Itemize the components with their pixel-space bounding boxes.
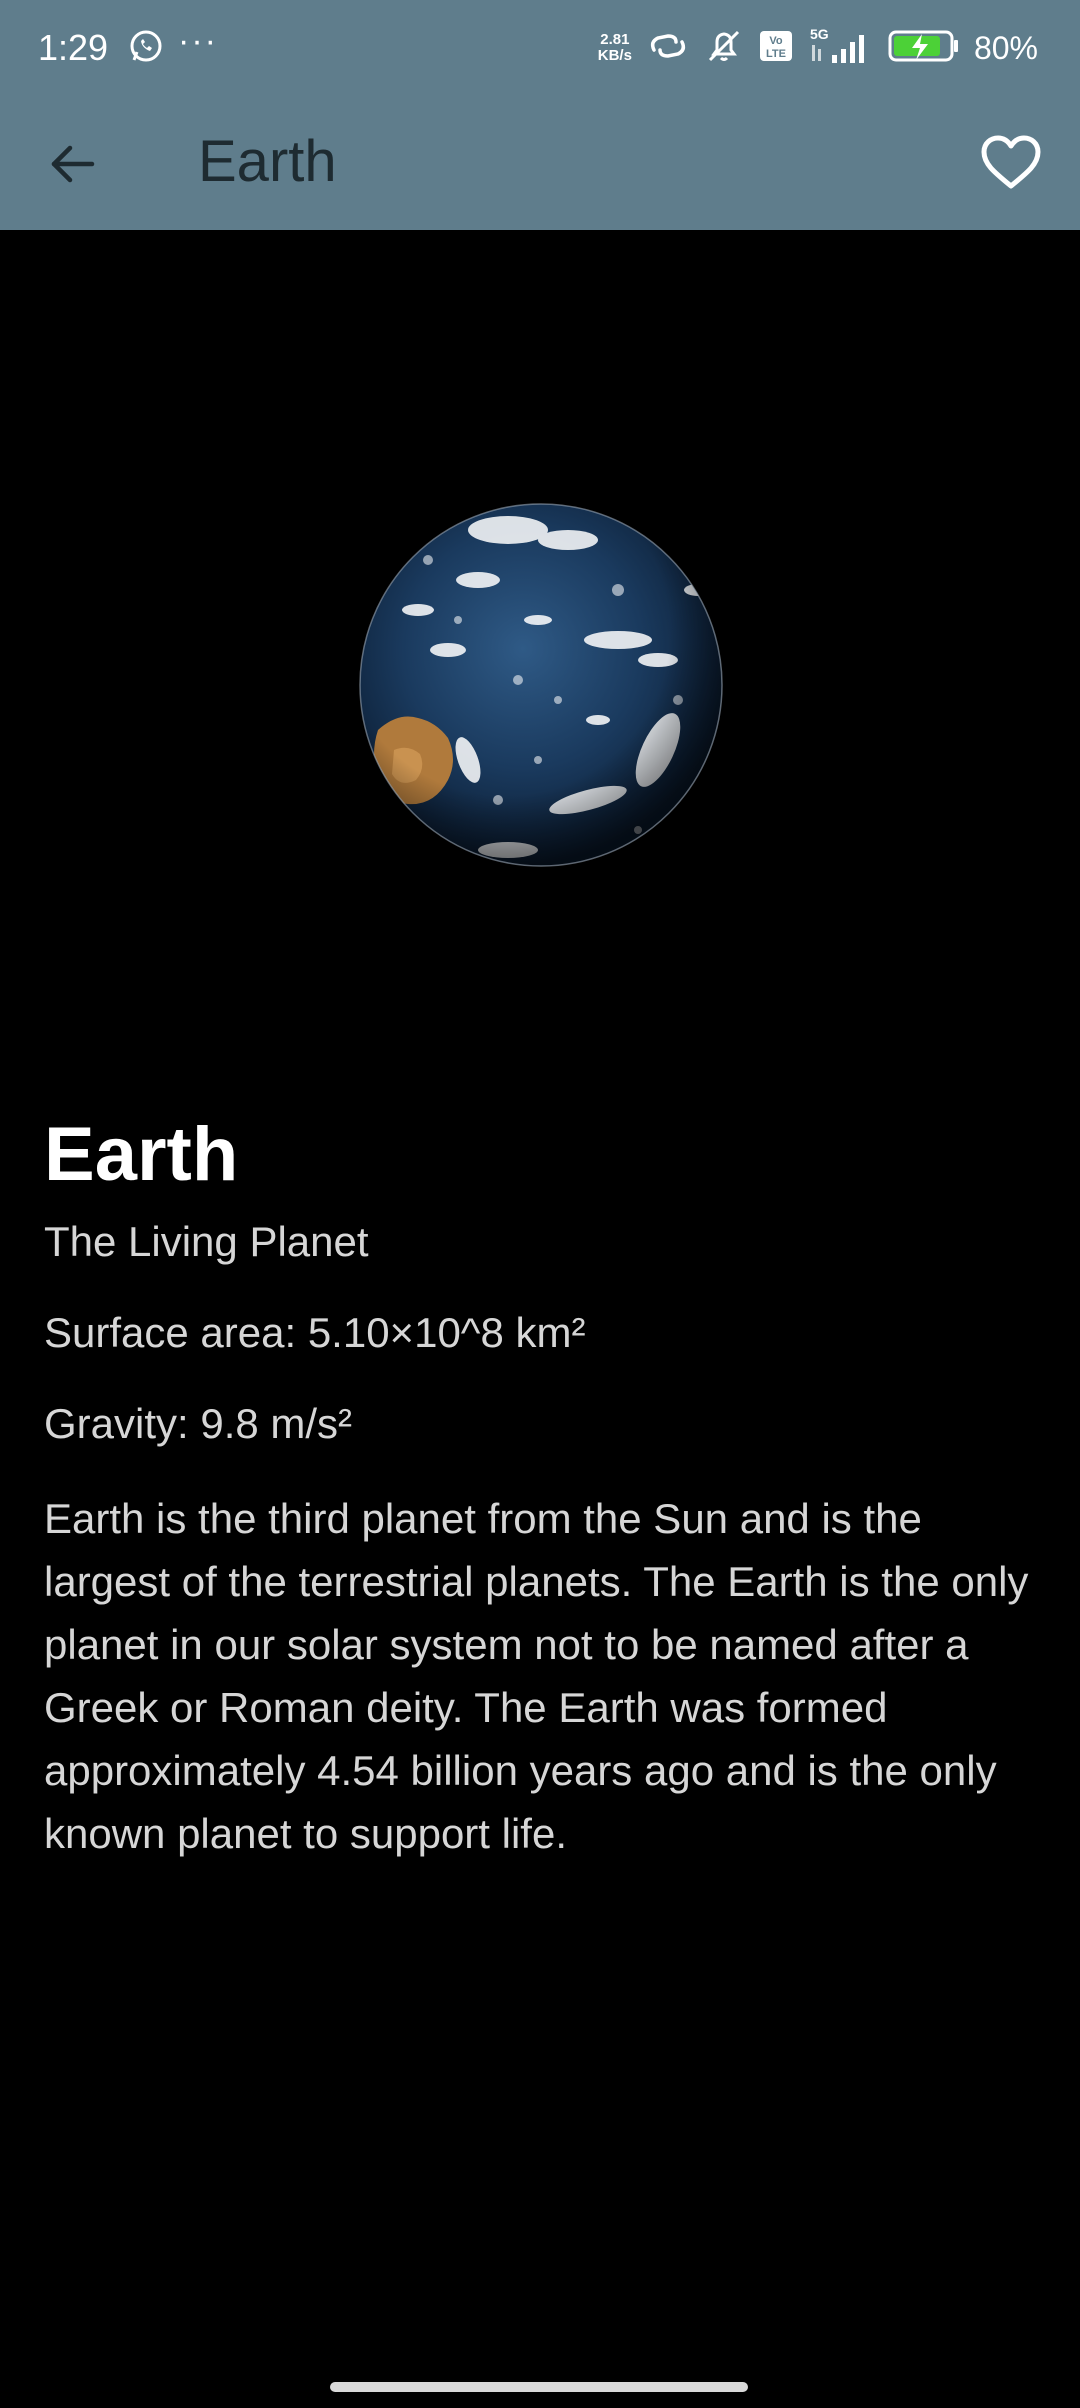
svg-text:5G: 5G [810,27,829,42]
planet-detail-screen: 1:29 ··· 2.81 KB/s Vo LTE 5G 80% Earth E… [0,0,1080,2408]
signal-icon: 5G [808,26,874,70]
status-notification-icons: ··· [128,24,218,69]
more-dots-icon: ··· [178,22,218,60]
planet-description: Earth is the third planet from the Sun a… [44,1495,1029,1857]
mute-icon [704,26,744,71]
svg-text:Vo: Vo [769,35,783,47]
battery-charging-icon [888,28,960,69]
home-indicator[interactable] [330,2382,748,2392]
whatsapp-icon [128,28,164,69]
status-bar: 1:29 ··· 2.81 KB/s Vo LTE 5G 80% [0,0,1080,96]
planet-tagline: The Living Planet [44,1218,369,1265]
favorite-button[interactable] [972,124,1050,202]
link-icon [646,28,690,69]
planet-name: Earth [44,1112,239,1197]
volte-icon: Vo LTE [758,29,794,68]
status-system-icons: 2.81 KB/s Vo LTE 5G 80% [598,26,1038,70]
planet-info: Earth The Living Planet Surface area: 5.… [44,1100,1044,1865]
heart-outline-icon [981,135,1041,189]
gravity: Gravity: 9.8 m/s² [44,1400,353,1447]
battery-percent: 80% [973,30,1038,66]
status-time: 1:29 [38,27,109,68]
net-speed-value: 2.81 [600,31,630,48]
arrow-back-icon [51,145,95,183]
net-speed-unit: KB/s [597,47,632,64]
back-button[interactable] [36,128,108,200]
surface-area: Surface area: 5.10×10^8 km² [44,1309,586,1356]
net-speed: 2.81 KB/s [598,32,632,64]
svg-text:LTE: LTE [766,48,786,60]
app-bar: Earth [0,96,1080,230]
app-bar-title: Earth [198,129,337,194]
planet-globe-image[interactable] [358,500,724,870]
